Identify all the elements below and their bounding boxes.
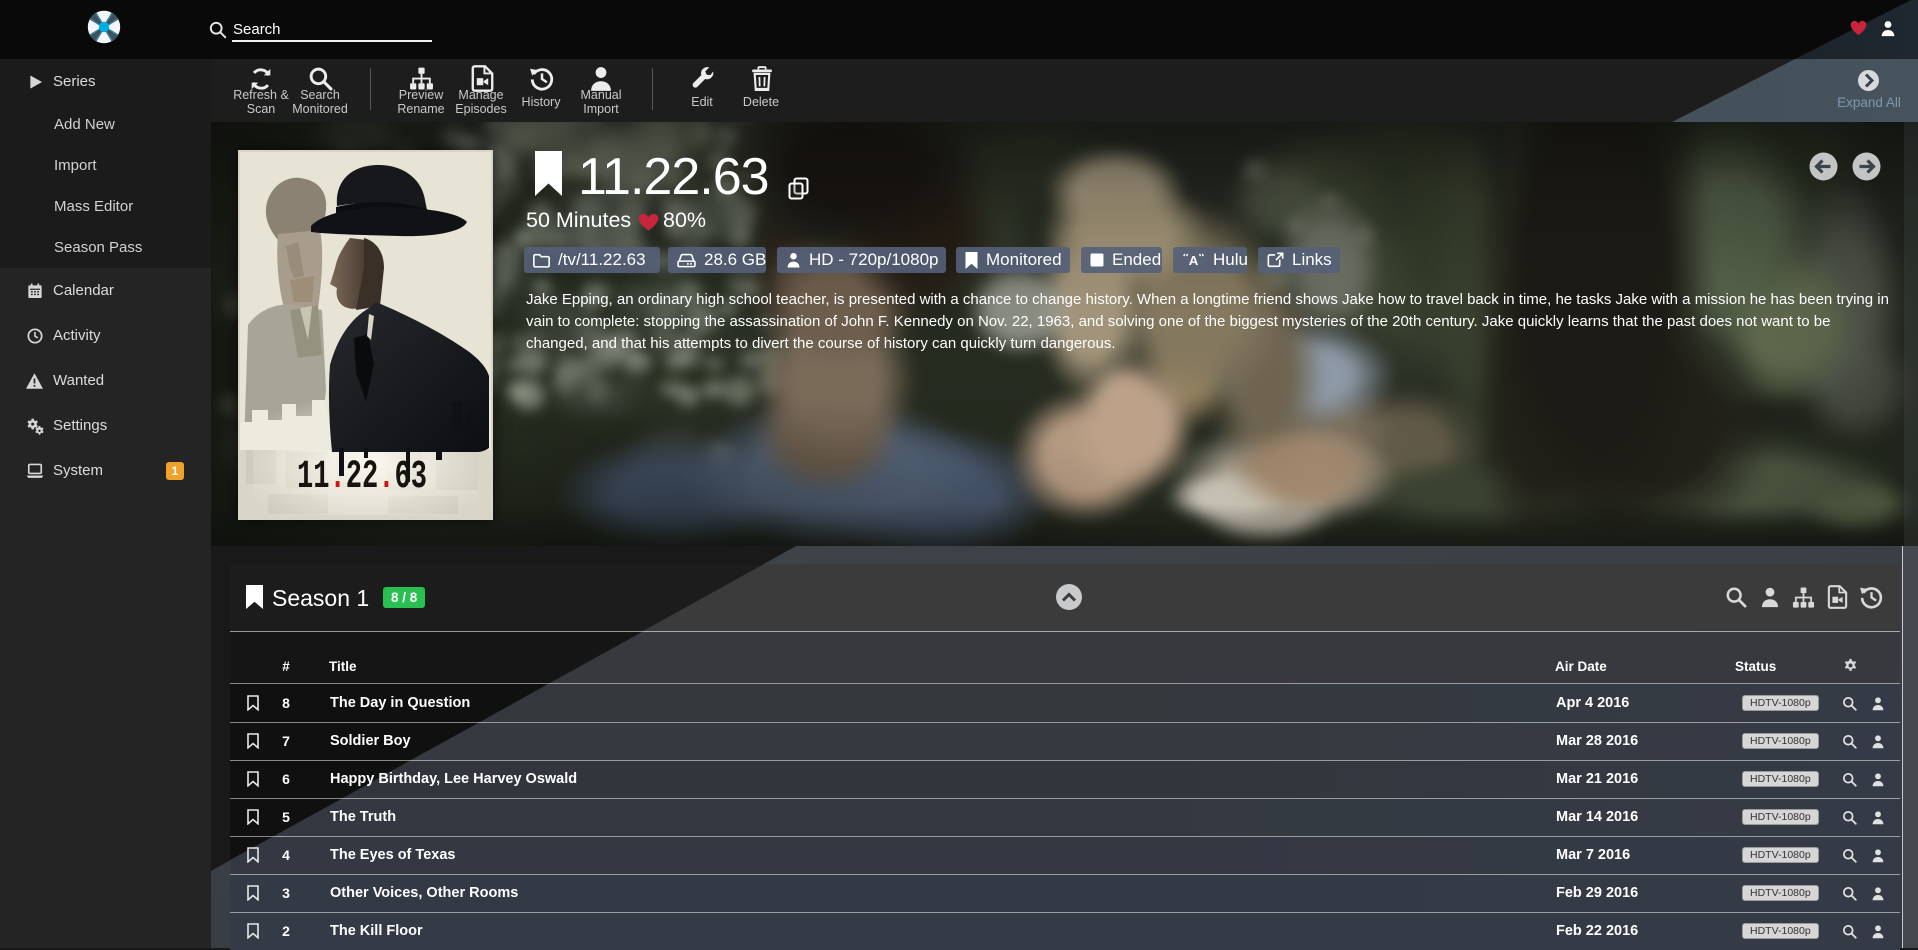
svg-text:11.22.63: 11.22.63 bbox=[297, 455, 427, 500]
svg-text:A: A bbox=[1189, 253, 1199, 268]
